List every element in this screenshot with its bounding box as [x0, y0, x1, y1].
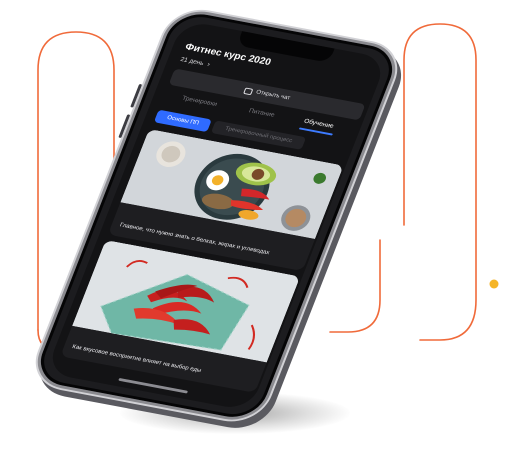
tab-workouts[interactable]: Тренировки: [181, 95, 218, 108]
open-chat-label: Открыть чат: [255, 89, 291, 102]
tab-education[interactable]: Обучение: [303, 118, 335, 130]
day-label: 21 день: [179, 56, 205, 67]
day-selector[interactable]: 21 день›: [179, 56, 211, 68]
accent-dot: [489, 279, 499, 289]
tab-nutrition[interactable]: Питание: [248, 108, 276, 119]
food-plate-image: [120, 128, 344, 239]
chat-icon: [243, 87, 254, 95]
filter-basics-pp[interactable]: Основы ПП: [153, 109, 212, 133]
chevron-right-icon: ›: [206, 61, 211, 69]
home-indicator: [118, 377, 189, 394]
